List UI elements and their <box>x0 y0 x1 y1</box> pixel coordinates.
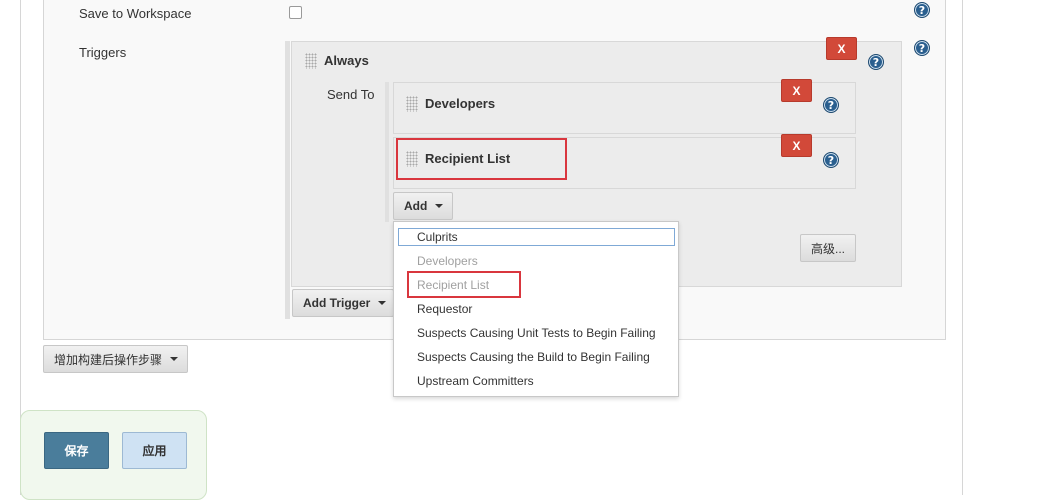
delete-trigger-button[interactable]: X <box>826 37 857 60</box>
add-trigger-button[interactable]: Add Trigger <box>292 289 394 317</box>
add-button-label: Add <box>404 199 428 213</box>
menu-item-requestor[interactable]: Requestor <box>417 302 472 316</box>
trigger-title: Always <box>324 53 369 68</box>
caret-down-icon <box>378 301 387 305</box>
menu-item-suspects-unit-tests[interactable]: Suspects Causing Unit Tests to Begin Fai… <box>417 326 656 340</box>
add-post-build-step-button[interactable]: 增加构建后操作步骤 <box>43 345 188 373</box>
menu-recipient-list-highlight <box>407 271 521 298</box>
add-trigger-label: Add Trigger <box>303 296 371 310</box>
send-to-label: Send To <box>327 87 375 102</box>
menu-item-culprits[interactable]: Culprits <box>417 230 458 244</box>
menu-item-developers: Developers <box>417 254 478 268</box>
delete-recipient-button[interactable]: X <box>781 134 812 157</box>
add-recipient-dropdown-menu: Culprits Developers Recipient List Reque… <box>393 221 679 397</box>
help-icon[interactable]: ? <box>823 97 839 113</box>
menu-item-suspects-build[interactable]: Suspects Causing the Build to Begin Fail… <box>417 350 650 364</box>
help-icon[interactable]: ? <box>868 54 884 70</box>
apply-button[interactable]: 应用 <box>122 432 187 469</box>
menu-item-upstream-committers[interactable]: Upstream Committers <box>417 374 534 388</box>
triggers-label: Triggers <box>79 45 127 60</box>
trigger-panel-edge <box>285 41 290 319</box>
save-to-workspace-checkbox[interactable] <box>289 6 302 19</box>
save-to-workspace-label: Save to Workspace <box>79 6 192 21</box>
drag-handle-icon[interactable] <box>406 151 418 167</box>
delete-recipient-button[interactable]: X <box>781 79 812 102</box>
save-button[interactable]: 保存 <box>44 432 109 469</box>
drag-handle-icon[interactable] <box>305 53 317 69</box>
help-icon[interactable]: ? <box>823 152 839 168</box>
drag-handle-icon[interactable] <box>406 96 418 112</box>
advanced-button[interactable]: 高级... <box>800 234 856 262</box>
caret-down-icon <box>170 357 179 361</box>
help-icon[interactable]: ? <box>914 40 930 56</box>
help-icon[interactable]: ? <box>914 2 930 18</box>
send-to-edge <box>385 82 389 222</box>
recipient-title: Recipient List <box>425 151 511 166</box>
add-recipient-button[interactable]: Add <box>393 192 453 220</box>
add-post-build-label: 增加构建后操作步骤 <box>54 352 163 367</box>
caret-down-icon <box>435 204 444 208</box>
recipient-title: Developers <box>425 96 496 111</box>
